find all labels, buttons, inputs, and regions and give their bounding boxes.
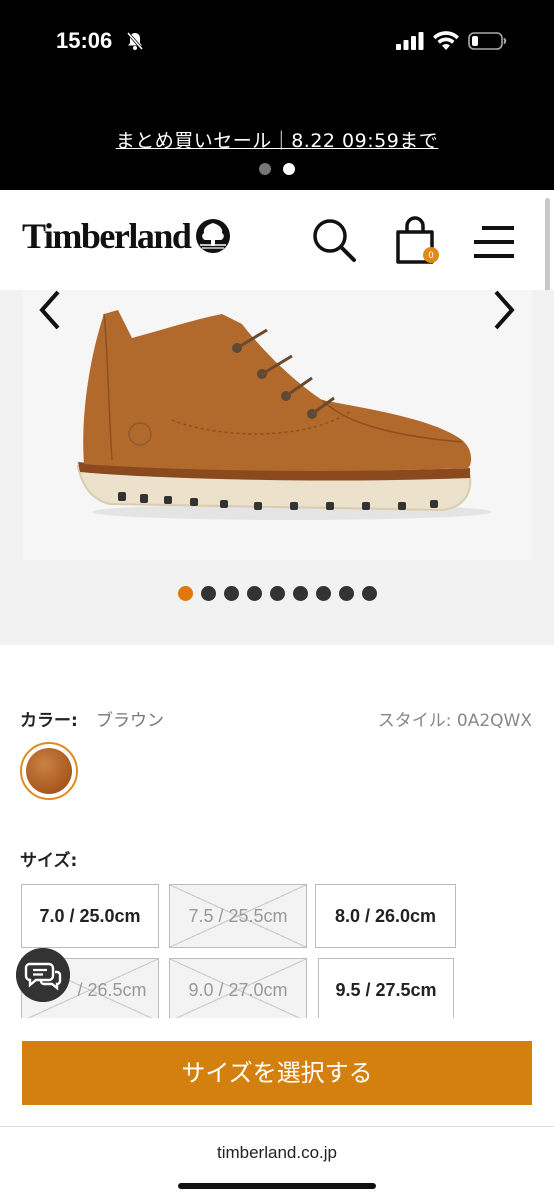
- brand-logo[interactable]: Timberland: [22, 215, 192, 257]
- size-option-label: 9.5 / 27.5cm: [335, 980, 437, 1000]
- promo-banner[interactable]: まとめ買いセール｜8.22 09:59まで: [0, 90, 554, 190]
- gallery-dot-active[interactable]: [177, 586, 193, 601]
- bell-slash-icon: [126, 32, 144, 50]
- gallery-dot[interactable]: [315, 586, 331, 601]
- gallery-dot[interactable]: [246, 586, 262, 601]
- chevron-right-icon[interactable]: [484, 288, 524, 332]
- promo-pagination: [0, 162, 554, 180]
- style-number: スタイル: 0A2QWX: [377, 711, 532, 731]
- home-indicator[interactable]: [178, 1183, 376, 1189]
- gallery-dot[interactable]: [292, 586, 308, 601]
- select-size-button[interactable]: サイズを選択する: [22, 1041, 532, 1105]
- size-option[interactable]: 9.5 / 27.5cm: [318, 958, 454, 1022]
- tree-logo-icon: [196, 219, 230, 253]
- promo-dot-active[interactable]: [283, 163, 295, 175]
- gallery-dot[interactable]: [223, 586, 239, 601]
- cart-count-badge: 0: [423, 247, 439, 263]
- color-value: ブラウン: [96, 711, 164, 731]
- size-option[interactable]: 8.0 / 26.0cm: [315, 884, 456, 948]
- size-option-label: 9.0 / 27.0cm: [188, 980, 288, 1000]
- size-option[interactable]: 7.0 / 25.0cm: [21, 884, 159, 948]
- gallery-dot[interactable]: [269, 586, 285, 601]
- chat-bubbles-icon[interactable]: [16, 948, 70, 1002]
- scrollbar-thumb[interactable]: [545, 198, 550, 296]
- size-option-label: 7.0 / 25.0cm: [39, 906, 141, 926]
- gallery-dot[interactable]: [200, 586, 216, 601]
- battery-icon: [468, 32, 507, 50]
- gallery-pagination: [0, 586, 554, 601]
- promo-dot[interactable]: [259, 163, 271, 175]
- product-image-brown-chukka-boot[interactable]: [22, 290, 532, 560]
- wifi-icon: [433, 31, 459, 50]
- status-time: 15:06: [56, 28, 113, 53]
- url-text[interactable]: timberland.co.jp: [0, 1143, 554, 1163]
- search-icon[interactable]: [310, 216, 358, 264]
- size-option-label: / 26.5cm: [77, 980, 147, 1000]
- sizes-scroll-mask: [0, 1018, 554, 1038]
- size-label: サイズ:: [20, 851, 78, 871]
- swatch-fill: [26, 748, 72, 794]
- chevron-left-icon[interactable]: [30, 288, 70, 332]
- color-label: カラー:: [20, 711, 78, 731]
- status-bar: 15:06: [0, 0, 554, 90]
- gallery-dot[interactable]: [361, 586, 377, 601]
- size-option-unavailable[interactable]: 7.5 / 25.5cm: [169, 884, 307, 948]
- color-swatch-brown[interactable]: [20, 742, 78, 800]
- promo-text[interactable]: まとめ買いセール｜8.22 09:59まで: [0, 126, 554, 153]
- signal-icon: [396, 32, 424, 50]
- gallery-dot[interactable]: [338, 586, 354, 601]
- size-option-label: 7.5 / 25.5cm: [188, 906, 288, 926]
- site-header: Timberland: [0, 190, 544, 290]
- size-option-label: 8.0 / 26.0cm: [334, 906, 437, 926]
- menu-icon[interactable]: [470, 222, 518, 262]
- size-option-unavailable[interactable]: 9.0 / 27.0cm: [169, 958, 307, 1022]
